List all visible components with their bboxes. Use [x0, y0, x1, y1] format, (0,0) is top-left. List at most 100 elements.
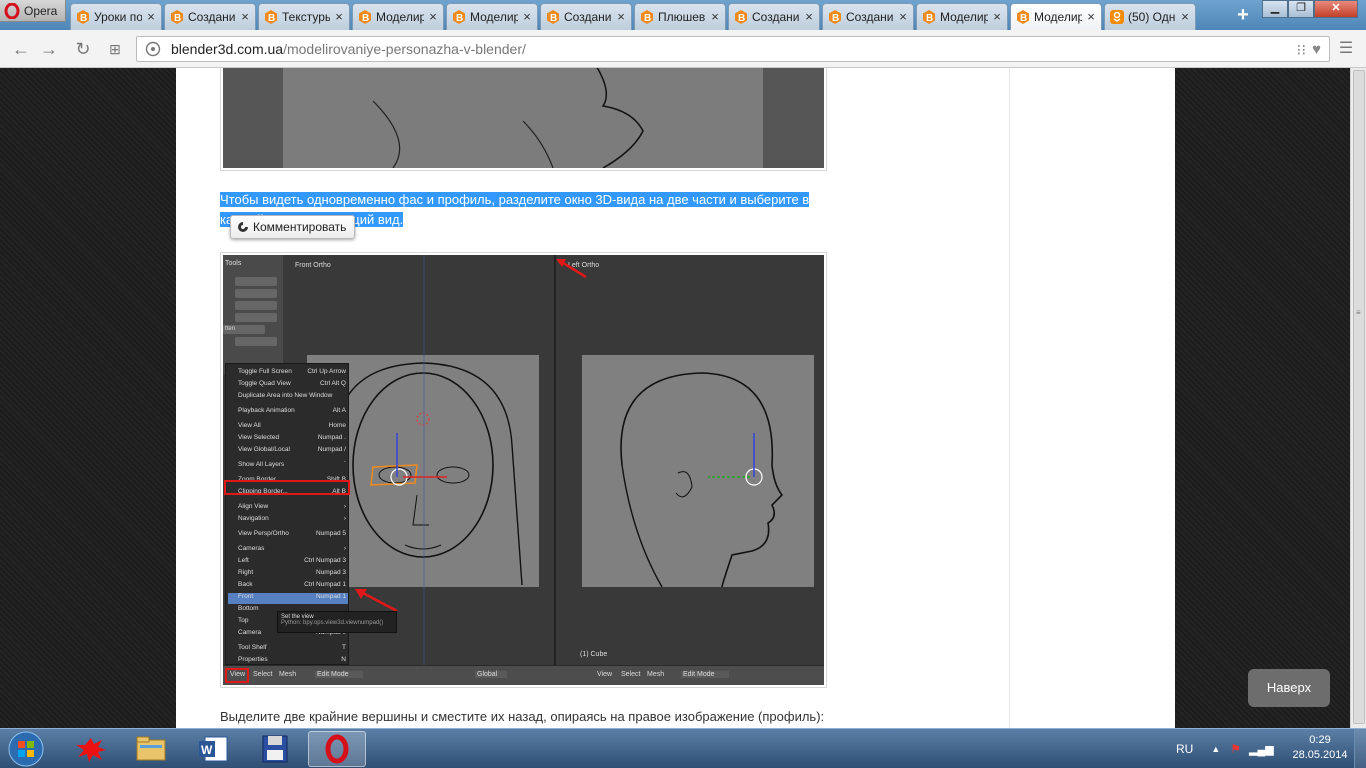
taskbar-word[interactable]: W — [184, 731, 242, 767]
tool-button — [235, 301, 277, 310]
taskbar-paint-splatter-app[interactable] — [62, 731, 120, 767]
header-mesh-menu[interactable]: Mesh — [279, 671, 296, 678]
menu-item-view-all[interactable]: View All Home — [238, 422, 348, 433]
menu-icon[interactable]: ☰ — [1334, 38, 1358, 60]
tool-button — [235, 289, 277, 298]
heart-icon[interactable]: ♥ — [1312, 41, 1321, 59]
menu-item-label: Left — [238, 557, 249, 564]
scroll-to-top-button[interactable]: Наверх — [1248, 669, 1330, 707]
tab-close-icon[interactable]: × — [615, 10, 627, 23]
tab[interactable]: B Плюшев × — [634, 3, 726, 30]
header-select-menu-right[interactable]: Select — [621, 671, 640, 678]
header-mode-dropdown[interactable]: Edit Mode — [315, 671, 363, 678]
menu-item-navigation[interactable]: Navigation › — [238, 515, 348, 526]
tab-grid-icon[interactable]: ⁝⁝ — [1297, 41, 1307, 59]
menu-item-show-all-layers[interactable]: Show All Layers ` — [238, 461, 348, 472]
tab[interactable]: B Уроки по × — [70, 3, 162, 30]
tab[interactable]: B Создание × — [540, 3, 632, 30]
tab[interactable]: (50) Одн × — [1104, 3, 1196, 30]
blender-icon: B — [735, 10, 747, 24]
menu-item-view-global-local[interactable]: View Global/Local Numpad / — [238, 446, 348, 457]
menu-item-align-view[interactable]: Align View › — [238, 503, 348, 514]
tab-close-icon[interactable]: × — [709, 10, 721, 23]
tab-label: Моделир — [940, 10, 988, 24]
menu-item-cameras[interactable]: Cameras › — [238, 545, 348, 556]
tab-close-icon[interactable]: × — [991, 10, 1003, 23]
minimize-button[interactable]: ▁ — [1262, 0, 1288, 18]
header-view-menu-right[interactable]: View — [597, 671, 612, 678]
tab[interactable]: B Моделир × — [352, 3, 444, 30]
menu-item-shortcut: Alt A — [332, 407, 346, 414]
show-desktop-button[interactable] — [1354, 729, 1366, 768]
address-bar[interactable]: blender3d.com.ua/modelirovaniye-personaz… — [136, 36, 1330, 62]
header-mesh-menu-right[interactable]: Mesh — [647, 671, 664, 678]
tray-expand-icon[interactable]: ▲ — [1211, 744, 1220, 754]
language-indicator[interactable]: RU — [1176, 742, 1193, 756]
menu-item-label: Toggle Full Screen — [238, 368, 292, 375]
tab-close-icon[interactable]: × — [239, 10, 251, 23]
start-button[interactable] — [4, 730, 48, 768]
taskbar-save-disk-app[interactable] — [246, 731, 304, 767]
tab[interactable]: B Текстуры × — [258, 3, 350, 30]
menu-item-back[interactable]: Back Ctrl Numpad 1 — [238, 581, 348, 592]
menu-item-tool-shelf[interactable]: Tool Shelf T — [238, 644, 348, 655]
tab[interactable]: B Создание × — [164, 3, 256, 30]
tab-label: (50) Одн — [1128, 10, 1176, 24]
tab-close-icon[interactable]: × — [145, 10, 157, 23]
maximize-button[interactable]: ❐ — [1288, 0, 1314, 18]
article-image-blender-split-view: Tools tten Front Ortho Left Ortho (1) Cu… — [220, 252, 827, 688]
taskbar-file-explorer[interactable] — [122, 731, 180, 767]
tab-close-icon[interactable]: × — [1179, 10, 1191, 23]
tab[interactable]: B Создание × — [822, 3, 914, 30]
tab-close-icon[interactable]: × — [1085, 10, 1097, 23]
tab-close-icon[interactable]: × — [427, 10, 439, 23]
menu-item-label: Toggle Quad View — [238, 380, 291, 387]
tab-label: Моделир — [470, 10, 518, 24]
menu-item-playback-animation[interactable]: Playback Animation Alt A — [238, 407, 348, 418]
menu-item-label: Front — [238, 593, 254, 600]
tab-close-icon[interactable]: × — [897, 10, 909, 23]
menu-item-front[interactable]: Front Numpad 1 — [228, 593, 348, 604]
tab-active[interactable]: B Моделир × — [1010, 3, 1102, 30]
header-mode-dropdown-right[interactable]: Edit Mode — [681, 671, 729, 678]
menu-item-toggle-full-screen[interactable]: Toggle Full Screen Ctrl Up Arrow — [238, 368, 348, 379]
menu-item-shortcut: › — [343, 515, 346, 522]
menu-item-view-persp-ortho[interactable]: View Persp/Ortho Numpad 5 — [238, 530, 348, 541]
scrollbar-grip-icon: ≡ — [1356, 308, 1361, 317]
tab[interactable]: B Создание × — [728, 3, 820, 30]
new-tab-button[interactable]: + — [1232, 5, 1254, 27]
menu-item-duplicate-area[interactable]: Duplicate Area into New Window — [238, 392, 348, 403]
comment-button[interactable]: Комментировать — [230, 215, 356, 239]
svg-text:B: B — [362, 13, 369, 24]
tab[interactable]: B Моделир × — [916, 3, 1008, 30]
menu-item-right[interactable]: Right Numpad 3 — [238, 569, 348, 580]
tab[interactable]: B Моделир × — [446, 3, 538, 30]
menu-item-left[interactable]: Left Ctrl Numpad 3 — [238, 557, 348, 568]
opera-menu-button[interactable]: Opera — [0, 0, 66, 22]
action-center-icon[interactable]: ⚑ — [1230, 742, 1241, 756]
menu-item-label: Cameras — [238, 545, 265, 552]
header-select-menu[interactable]: Select — [253, 671, 272, 678]
menu-item-shortcut: Ctrl Alt Q — [319, 380, 346, 387]
menu-item-toggle-quad-view[interactable]: Toggle Quad View Ctrl Alt Q — [238, 380, 348, 391]
taskbar-clock[interactable]: 0:29 28.05.2014 — [1290, 733, 1350, 763]
network-icon[interactable]: ▂▄▆ — [1249, 743, 1274, 756]
close-window-button[interactable]: ✕ — [1314, 0, 1358, 18]
svg-text:B: B — [644, 13, 651, 24]
reload-button[interactable]: ↻ — [72, 38, 94, 60]
header-view-menu[interactable]: View — [230, 671, 245, 678]
red-arrow-front-icon — [355, 589, 398, 613]
header-orientation-dropdown[interactable]: Global — [475, 671, 508, 678]
taskbar-opera[interactable] — [308, 731, 366, 767]
back-button[interactable]: ← — [10, 38, 32, 60]
tab-close-icon[interactable]: × — [803, 10, 815, 23]
blender-tool-shelf: Tools tten — [223, 255, 283, 375]
scrollbar-thumb[interactable]: ≡ — [1353, 70, 1365, 724]
speed-dial-grid-icon[interactable]: ⊞ — [104, 38, 126, 60]
tab-close-icon[interactable]: × — [521, 10, 533, 23]
menu-item-view-selected[interactable]: View Selected Numpad . — [238, 434, 348, 445]
tab-close-icon[interactable]: × — [333, 10, 345, 23]
svg-text:B: B — [926, 13, 933, 24]
page-scrollbar[interactable]: ≡ — [1350, 68, 1366, 728]
forward-button[interactable]: → — [38, 38, 60, 60]
